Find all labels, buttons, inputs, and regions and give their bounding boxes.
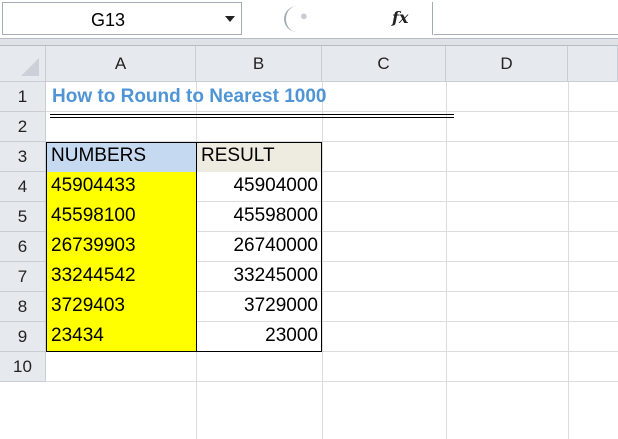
column-header-c[interactable]: C — [322, 46, 446, 82]
row-header-5[interactable]: 5 — [0, 202, 46, 232]
select-all-icon — [21, 58, 39, 76]
row-header-9[interactable]: 9 — [0, 322, 46, 352]
row-header-2[interactable]: 2 — [0, 112, 46, 142]
row-header-4[interactable]: 4 — [0, 172, 46, 202]
formula-input[interactable] — [434, 2, 618, 35]
result-cell[interactable]: 3729000 — [197, 292, 322, 322]
column-header-b[interactable]: B — [196, 46, 322, 82]
result-cell[interactable]: 23000 — [197, 322, 322, 352]
row-header-6[interactable]: 6 — [0, 232, 46, 262]
result-header-cell[interactable]: RESULT — [197, 142, 322, 172]
sheet-title-cell[interactable]: How to Round to Nearest 1000 — [52, 86, 327, 108]
name-box-dropdown-icon[interactable] — [225, 16, 235, 22]
select-all-button[interactable] — [0, 46, 46, 82]
worksheet-grid[interactable]: A B C D 1 2 3 4 5 6 7 8 9 10 How to Roun… — [0, 46, 618, 439]
row-header-1[interactable]: 1 — [0, 82, 46, 112]
number-cell[interactable]: 23434 — [47, 322, 196, 352]
row-header-3[interactable]: 3 — [0, 142, 46, 172]
result-cell[interactable]: 33245000 — [197, 262, 322, 292]
row-header-10[interactable]: 10 — [0, 352, 46, 382]
row-header-8[interactable]: 8 — [0, 292, 46, 322]
name-box[interactable]: G13 — [2, 2, 242, 35]
insert-function-button[interactable]: fx — [392, 8, 408, 27]
numbers-header-cell[interactable]: NUMBERS — [47, 142, 196, 172]
number-cell[interactable]: 45904433 — [47, 172, 196, 202]
formula-bar: G13 ● fx — [0, 0, 618, 46]
column-header-a[interactable]: A — [46, 46, 196, 82]
name-box-value[interactable]: G13 — [3, 10, 213, 31]
gridline — [46, 381, 618, 382]
formula-separator — [432, 2, 433, 35]
number-cell[interactable]: 45598100 — [47, 202, 196, 232]
number-cell[interactable]: 3729403 — [47, 292, 196, 322]
number-cell[interactable]: 33244542 — [47, 262, 196, 292]
number-cell[interactable]: 26739903 — [47, 232, 196, 262]
result-cell[interactable]: 45904000 — [197, 172, 322, 202]
title-underline — [50, 114, 454, 115]
column-header-e[interactable] — [568, 46, 618, 82]
table-column-divider — [196, 142, 197, 352]
gridline — [46, 111, 618, 112]
result-cell[interactable]: 26740000 — [197, 232, 322, 262]
row-header-7[interactable]: 7 — [0, 262, 46, 292]
title-underline-double — [50, 117, 454, 118]
column-header-d[interactable]: D — [446, 46, 568, 82]
formula-buttons: ● fx — [280, 2, 430, 35]
cancel-icon: ● — [300, 8, 308, 23]
result-cell[interactable]: 45598000 — [197, 202, 322, 232]
ribbon-divider — [0, 38, 618, 46]
